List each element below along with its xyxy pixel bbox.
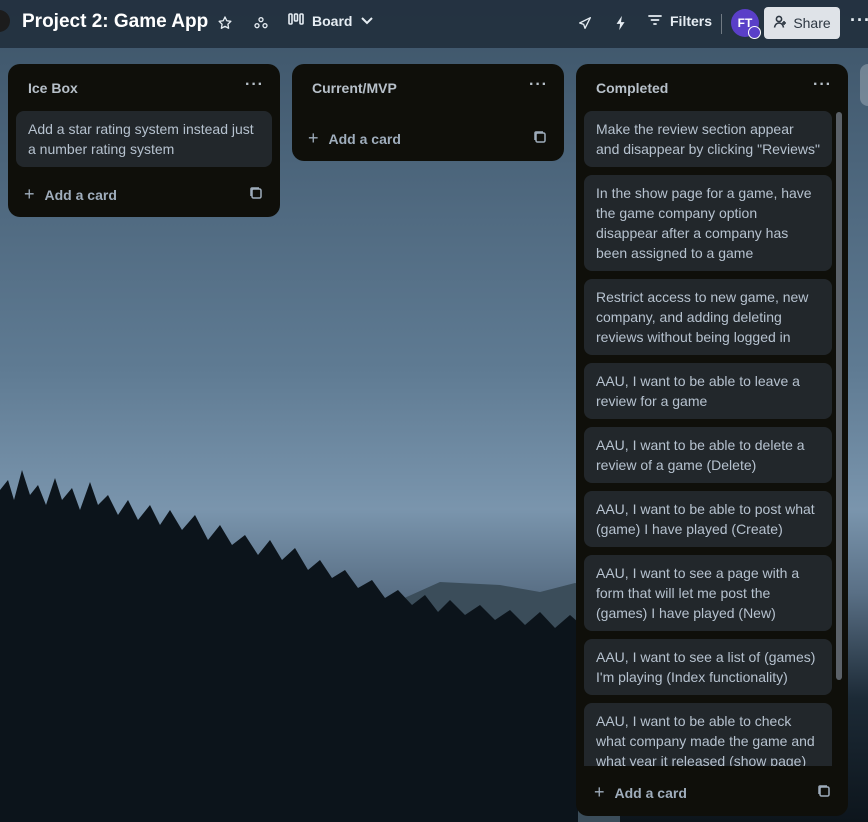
card[interactable]: Restrict access to new game, new company… (584, 279, 832, 355)
add-another-list-button[interactable] (860, 64, 868, 106)
filter-icon (648, 13, 662, 29)
board-header: Project 2: Game App Board Filters FT Sha… (0, 0, 868, 48)
card-title: AAU, I want to be able to check what com… (596, 713, 815, 766)
board-title[interactable]: Project 2: Game App (22, 11, 208, 33)
plus-icon: + (24, 184, 35, 204)
board-view-switcher[interactable]: Board (288, 12, 374, 29)
card[interactable]: AAU, I want to see a page with a form th… (584, 555, 832, 631)
star-icon[interactable] (215, 13, 235, 33)
card-title: Restrict access to new game, new company… (596, 289, 809, 345)
add-card-button[interactable]: + Add a card (308, 128, 401, 149)
card[interactable]: AAU, I want to be able to delete a revie… (584, 427, 832, 483)
header-divider (721, 14, 722, 34)
list-ice-box: Ice Box ··· Add a star rating system ins… (8, 64, 280, 217)
rocket-icon[interactable] (575, 13, 595, 33)
add-card-button[interactable]: + Add a card (594, 782, 687, 803)
create-from-template-icon[interactable] (817, 784, 831, 798)
list-title[interactable]: Current/MVP (312, 80, 397, 96)
add-card-label: Add a card (328, 130, 401, 147)
card-list-scroll-area[interactable]: Make the review section appear and disap… (576, 64, 848, 766)
card[interactable]: Add a star rating system instead just a … (16, 111, 272, 167)
card-title: Make the review section appear and disap… (596, 121, 820, 157)
admin-badge-icon (748, 26, 761, 39)
add-card-button[interactable]: + Add a card (24, 184, 117, 205)
filters-button[interactable]: Filters (648, 13, 712, 29)
card[interactable]: AAU, I want to see a list of (games) I'm… (584, 639, 832, 695)
avatar[interactable]: FT (731, 9, 761, 39)
card[interactable]: In the show page for a game, have the ga… (584, 175, 832, 271)
list-scrollbar[interactable] (836, 112, 842, 680)
plus-icon: + (308, 128, 319, 148)
plus-icon: + (594, 782, 605, 802)
list-current-mvp: Current/MVP ··· + Add a card (292, 64, 564, 161)
list-title[interactable]: Ice Box (28, 80, 78, 96)
add-card-label: Add a card (44, 186, 117, 203)
board-view-icon (288, 12, 304, 29)
create-from-template-icon[interactable] (533, 130, 547, 144)
share-label: Share (793, 15, 831, 31)
card-title: AAU, I want to be able to post what (gam… (596, 501, 815, 537)
list-menu-icon[interactable]: ··· (245, 76, 264, 94)
list-menu-icon[interactable]: ··· (529, 76, 548, 94)
card-title: AAU, I want to be able to leave a review… (596, 373, 800, 409)
card-title: AAU, I want to see a list of (games) I'm… (596, 649, 816, 685)
card-title: AAU, I want to be able to delete a revie… (596, 437, 805, 473)
workspace-logo[interactable] (0, 10, 10, 32)
create-from-template-icon[interactable] (249, 186, 263, 200)
board-view-label: Board (312, 12, 353, 29)
lightning-icon[interactable] (611, 13, 631, 33)
card-title: AAU, I want to see a page with a form th… (596, 565, 800, 621)
filters-label: Filters (670, 13, 713, 29)
card-title: Add a star rating system instead just a … (28, 121, 254, 157)
add-card-label: Add a card (614, 784, 687, 801)
workspace-visibility-icon[interactable] (251, 13, 271, 33)
card[interactable]: Make the review section appear and disap… (584, 111, 832, 167)
card-title: In the show page for a game, have the ga… (596, 185, 812, 261)
share-button[interactable]: Share (764, 7, 840, 39)
more-icon[interactable]: ··· (850, 10, 868, 31)
list-completed: Completed ··· Make the review section ap… (576, 64, 848, 816)
card[interactable]: AAU, I want to be able to post what (gam… (584, 491, 832, 547)
card[interactable]: AAU, I want to be able to check what com… (584, 703, 832, 766)
share-person-icon (773, 15, 787, 32)
chevron-down-icon (360, 13, 374, 29)
card[interactable]: AAU, I want to be able to leave a review… (584, 363, 832, 419)
